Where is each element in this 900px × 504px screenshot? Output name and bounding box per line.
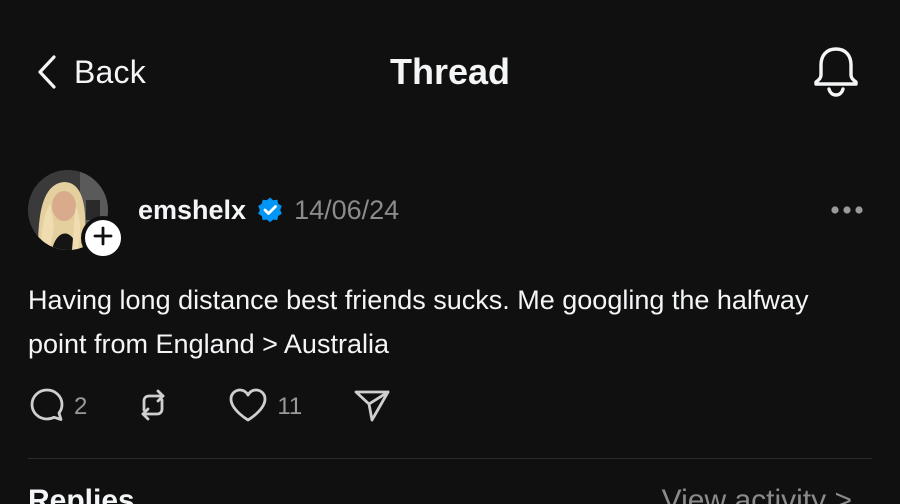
repost-button[interactable]: [133, 386, 173, 429]
like-button[interactable]: 11: [227, 386, 302, 429]
reply-button[interactable]: 2: [28, 386, 87, 429]
verified-badge-icon: [256, 196, 284, 224]
more-options-button[interactable]: [822, 196, 872, 226]
post-text: Having long distance best friends sucks.…: [28, 285, 809, 359]
comment-icon: [28, 386, 66, 429]
view-activity-link[interactable]: View activity >: [662, 484, 852, 504]
bell-icon: [810, 43, 862, 102]
heart-icon: [227, 386, 269, 429]
thread-screen: Back Thread emshelx 14/06/24 Having long…: [0, 0, 900, 504]
section-divider: [28, 458, 872, 459]
notifications-button[interactable]: [806, 44, 866, 100]
repost-icon: [133, 386, 173, 429]
post-actions: 2 11: [28, 386, 392, 428]
chevron-left-icon: [36, 54, 58, 90]
reply-count: 2: [74, 393, 88, 420]
like-count: 11: [277, 393, 303, 420]
back-button[interactable]: Back: [36, 48, 146, 96]
share-button[interactable]: [352, 386, 392, 429]
more-horizontal-icon: [830, 202, 864, 220]
post-date: 14/06/24: [294, 194, 400, 225]
author-avatar-wrap: [28, 170, 125, 260]
plus-icon: [93, 226, 113, 251]
post-meta: emshelx 14/06/24: [138, 190, 399, 230]
follow-button[interactable]: [81, 216, 125, 260]
back-label: Back: [74, 53, 146, 90]
replies-heading: Replies: [28, 484, 135, 504]
send-icon: [352, 386, 392, 429]
username[interactable]: emshelx: [138, 195, 246, 226]
